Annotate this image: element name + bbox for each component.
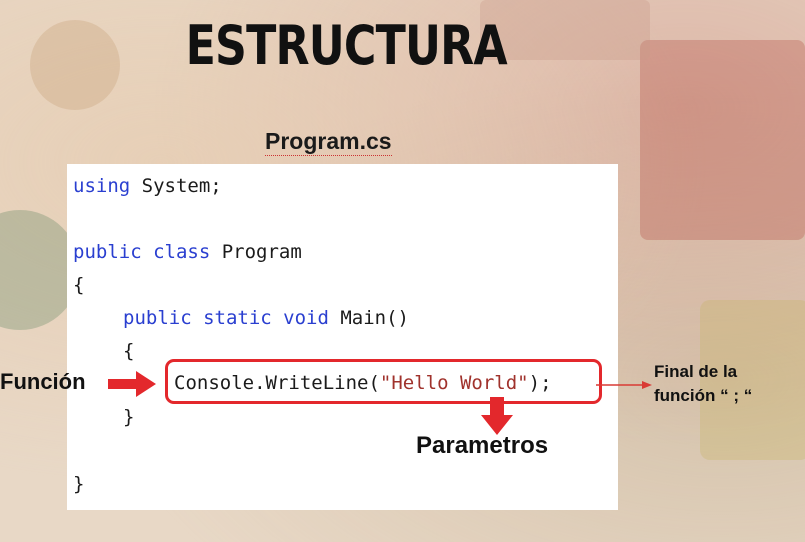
code-token: System; xyxy=(130,175,222,197)
funcion-label: Función xyxy=(0,369,86,394)
final-label-line1: Final de la xyxy=(654,362,738,381)
code-token: Program xyxy=(210,241,302,263)
parametros-label: Parametros xyxy=(416,432,549,459)
function-highlight-box xyxy=(165,359,602,404)
final-label-line2: función “ ; “ xyxy=(654,386,753,405)
arrow-down-icon xyxy=(481,397,513,435)
code-line-close-brace-inner: } xyxy=(123,406,135,428)
code-line-close-brace: } xyxy=(73,473,85,495)
code-line-open-brace: { xyxy=(73,274,85,296)
arrow-right-icon xyxy=(108,371,156,397)
code-token: Main() xyxy=(328,307,409,329)
file-name-label: Program.cs xyxy=(265,128,392,156)
code-line-open-brace-inner: { xyxy=(123,340,135,362)
keyword-token: public class xyxy=(73,241,211,263)
slide-title: ESTRUCTURA xyxy=(185,14,508,77)
code-line-using: using System; xyxy=(73,174,222,198)
code-line-main: public static void Main() xyxy=(123,306,409,330)
keyword-token: public static void xyxy=(123,307,329,329)
keyword-token: using xyxy=(73,175,131,197)
arrow-right-thin-icon xyxy=(596,381,652,389)
code-line-class: public class Program xyxy=(73,240,302,264)
background-decoration xyxy=(640,40,805,240)
final-label: Final de la función “ ; “ xyxy=(654,360,752,408)
